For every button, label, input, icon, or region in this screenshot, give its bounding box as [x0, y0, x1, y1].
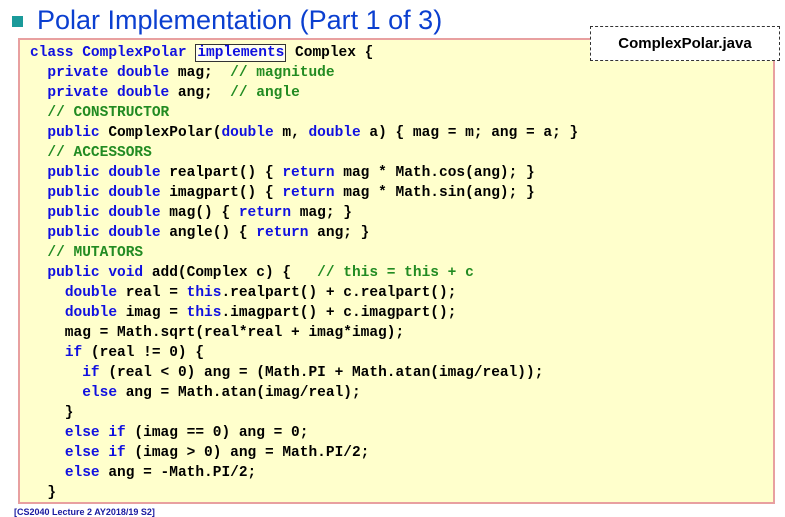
file-name-label: ComplexPolar.java — [590, 26, 780, 61]
code-line: private double mag; // magnitude — [47, 65, 335, 81]
code-line: double imag = this.imagpart() + c.imagpa… — [64, 305, 457, 321]
code-line: if (real != 0) { — [64, 345, 205, 361]
code-line: else ang = -Math.PI/2; — [64, 465, 257, 481]
code-line: double real = this.realpart() + c.realpa… — [64, 285, 457, 301]
code-line: } — [30, 485, 57, 501]
bullet-square-icon — [12, 16, 23, 27]
code-line: private double ang; // angle — [47, 85, 300, 101]
slide-title: Polar Implementation (Part 1 of 3) — [37, 4, 443, 35]
code-line: // MUTATORS — [47, 245, 144, 261]
code-line: if (real < 0) ang = (Math.PI + Math.atan… — [82, 365, 544, 381]
code-line: public double imagpart() { return mag * … — [47, 185, 535, 201]
implements-keyword-highlight: implements — [195, 44, 287, 62]
code-line: public void add(Complex c) { // this = t… — [47, 265, 474, 281]
code-line: mag = Math.sqrt(real*real + imag*imag); — [30, 325, 405, 341]
code-line: class ComplexPolar implements Complex { — [30, 44, 374, 62]
code-line: else if (imag == 0) ang = 0; — [64, 425, 309, 441]
code-line: // CONSTRUCTOR — [47, 105, 170, 121]
code-listing: class ComplexPolar implements Complex { … — [30, 43, 578, 503]
code-line: // ACCESSORS — [47, 145, 152, 161]
code-line: public ComplexPolar(double m, double a) … — [47, 125, 579, 141]
code-line: public double angle() { return ang; } — [47, 225, 370, 241]
code-line: else if (imag > 0) ang = Math.PI/2; — [64, 445, 370, 461]
code-line: public double mag() { return mag; } — [47, 205, 352, 221]
code-line: public double realpart() { return mag * … — [47, 165, 535, 181]
code-line: else ang = Math.atan(imag/real); — [82, 385, 361, 401]
code-line: } — [30, 405, 74, 421]
slide-footer: [CS2040 Lecture 2 AY2018/19 S2] — [14, 507, 155, 517]
title-row: Polar Implementation (Part 1 of 3) — [12, 3, 442, 37]
